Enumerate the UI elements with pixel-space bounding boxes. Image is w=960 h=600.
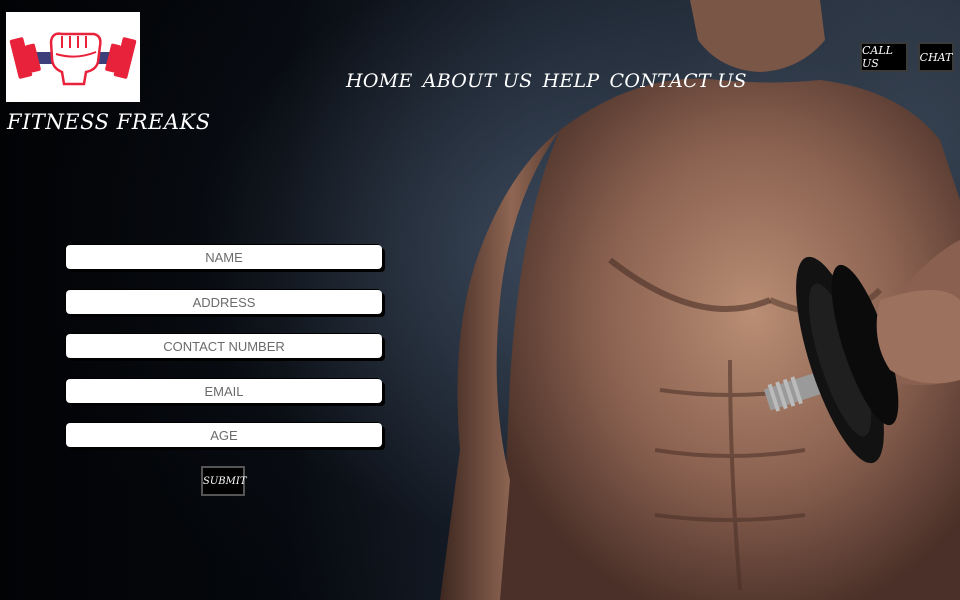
nav-home[interactable]: HOME [346, 70, 413, 92]
age-input[interactable] [66, 423, 382, 447]
nav-contact-us[interactable]: CONTACT US [610, 70, 747, 92]
submit-button[interactable]: SUBMIT [201, 466, 247, 496]
email-input[interactable] [66, 379, 382, 403]
address-input[interactable] [66, 290, 382, 314]
call-us-button[interactable]: CALL US [860, 42, 908, 72]
nav-help[interactable]: HELP [542, 70, 599, 92]
contact-number-input[interactable] [66, 334, 382, 358]
main-nav: HOME ABOUT US HELP CONTACT US [346, 70, 747, 92]
dumbbell-fist-icon [9, 32, 137, 86]
name-input[interactable] [66, 245, 382, 269]
logo[interactable] [6, 12, 140, 102]
nav-about-us[interactable]: ABOUT US [423, 70, 533, 92]
chat-button[interactable]: CHAT [918, 42, 954, 72]
brand-name: FITNESS FREAKS [7, 110, 211, 134]
